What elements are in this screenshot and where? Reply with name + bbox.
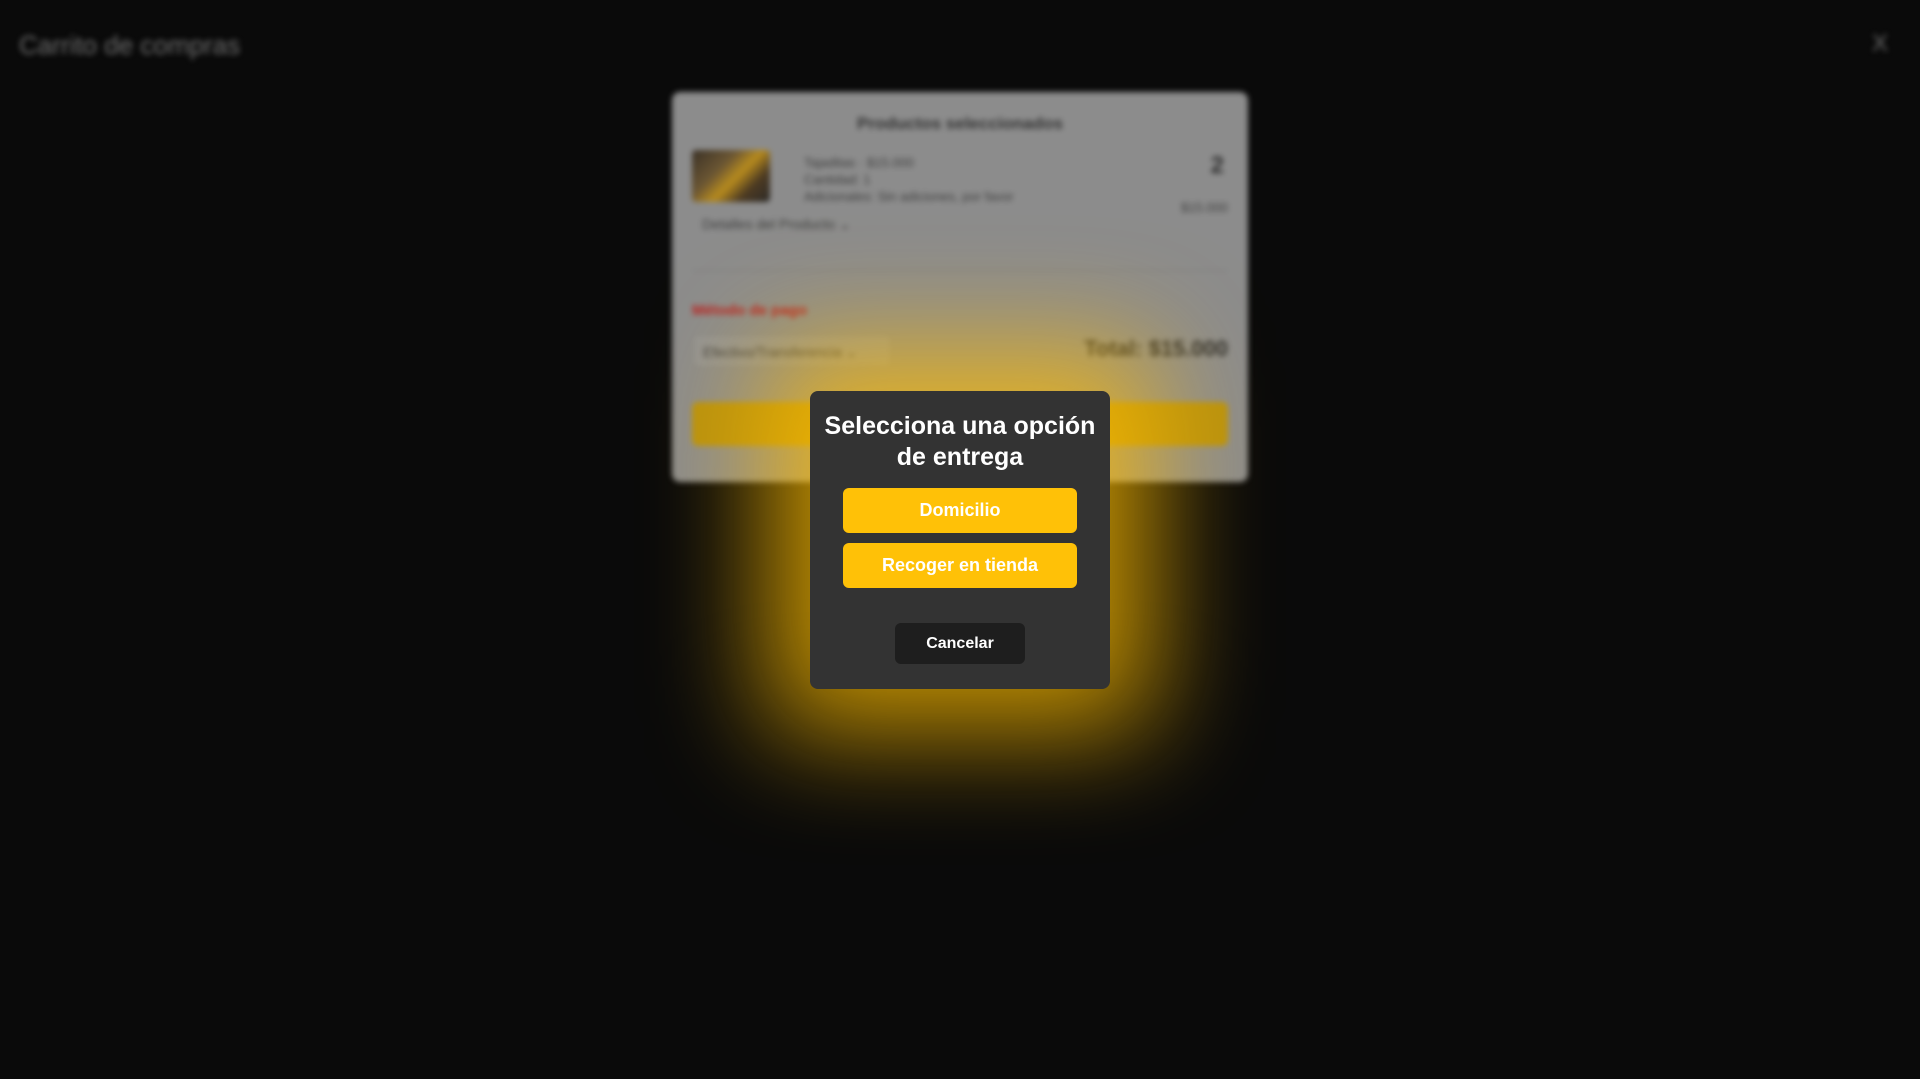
cancel-button[interactable]: Cancelar: [895, 623, 1025, 664]
product-name-price: Tajaditas · $15.000: [804, 155, 914, 170]
payment-method-label: Método de pago: [692, 302, 807, 319]
pickup-store-button[interactable]: Recoger en tienda: [843, 543, 1077, 588]
close-icon[interactable]: X: [1872, 30, 1888, 58]
products-heading: Productos seleccionados: [857, 114, 1063, 133]
product-quantity-text: Cantidad: 1: [804, 172, 871, 187]
payment-method-select[interactable]: Efectivo/Transferencia ⌄: [692, 334, 892, 368]
delivery-home-button[interactable]: Domicilio: [843, 488, 1077, 533]
cart-title: Carrito de compras: [19, 30, 241, 60]
cart-total: Total: $15.000: [1084, 336, 1228, 361]
product-subtotal: $15.000: [1181, 200, 1228, 215]
product-image: [692, 150, 770, 202]
modal-title: Selecciona una opción de entrega: [824, 412, 1096, 471]
page: Carrito de compras X Productos seleccion…: [0, 0, 1920, 1079]
product-extras: Adicionales: Sin adiciones, por favor: [804, 189, 1014, 204]
product-row: Tajaditas · $15.000 Cantidad: 1 Adiciona…: [692, 150, 1228, 271]
product-info: Tajaditas · $15.000 Cantidad: 1 Adiciona…: [804, 154, 1014, 205]
delivery-option-modal: Selecciona una opción de entrega Domicil…: [810, 391, 1110, 689]
product-details-toggle[interactable]: Detalles del Producto ⌄: [702, 216, 851, 233]
product-quantity: 2: [1210, 152, 1224, 179]
